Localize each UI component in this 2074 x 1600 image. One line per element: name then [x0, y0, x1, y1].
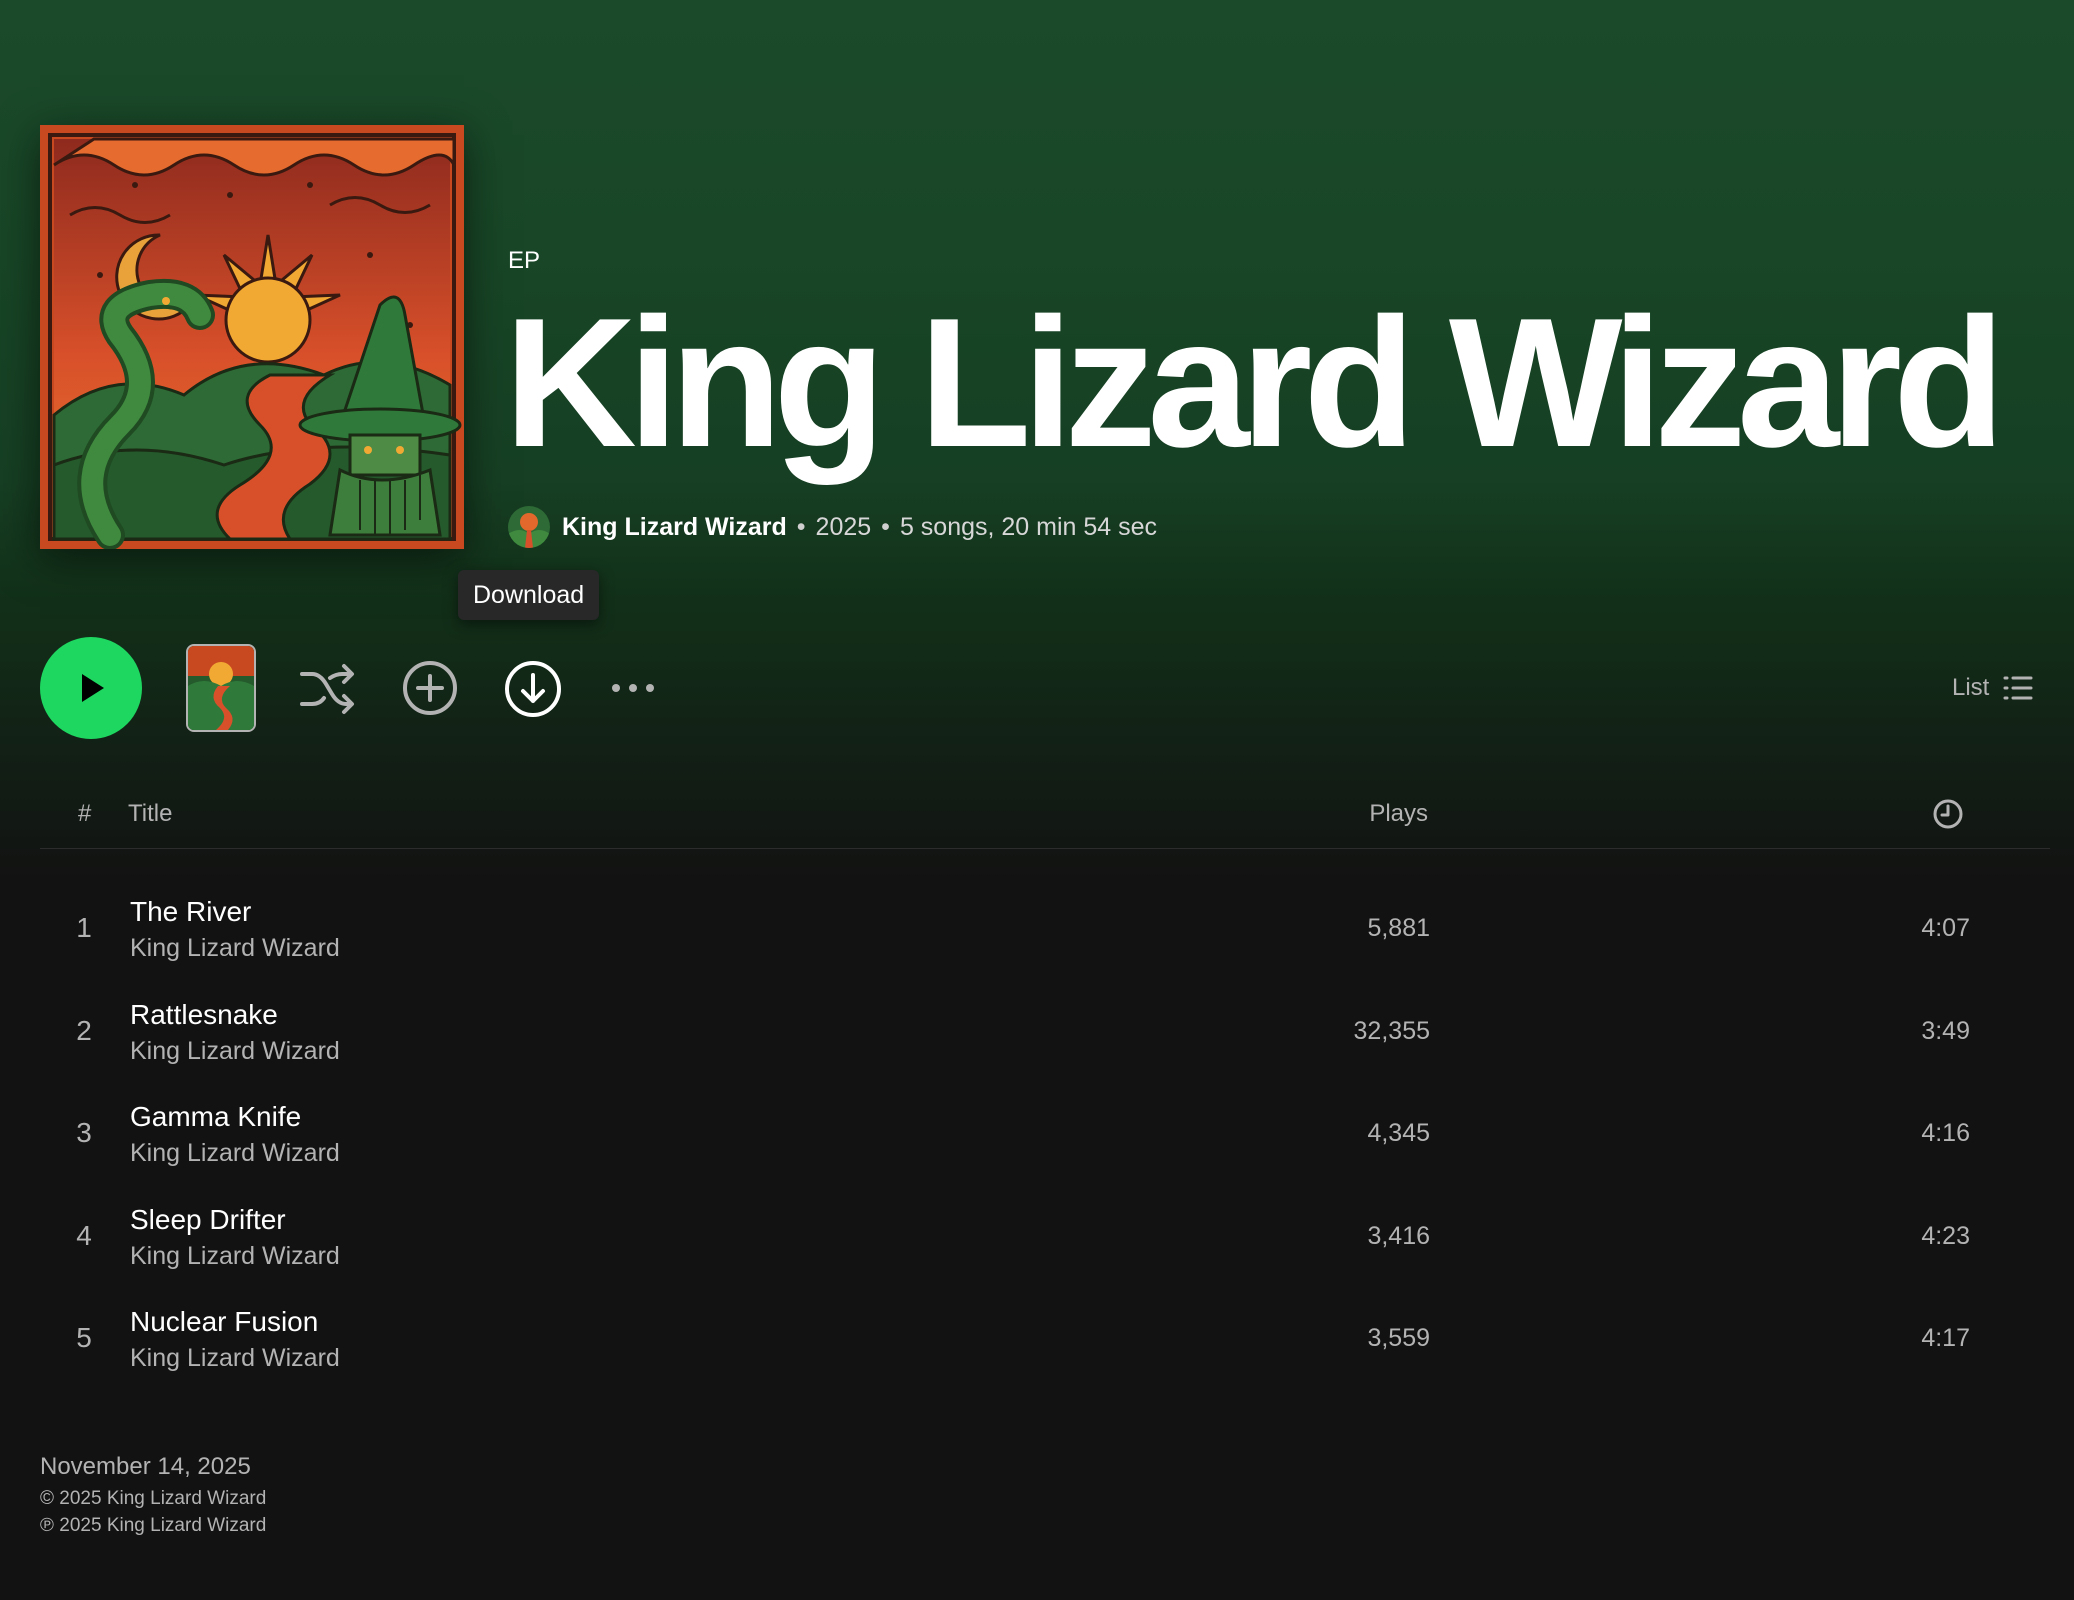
track-duration: 4:17: [1921, 1324, 1970, 1352]
album-type-label: EP: [508, 247, 541, 274]
download-icon[interactable]: [504, 660, 562, 718]
artist-link[interactable]: King Lizard Wizard: [562, 513, 787, 542]
track-title[interactable]: Gamma Knife: [130, 1101, 301, 1133]
track-artist[interactable]: King Lizard Wizard: [130, 1242, 340, 1271]
track-plays: 4,345: [1367, 1119, 1430, 1147]
track-title[interactable]: Rattlesnake: [130, 999, 278, 1031]
album-title: King Lizard Wizard: [504, 279, 2005, 485]
clock-icon: [1933, 799, 1963, 829]
track-plays: 32,355: [1353, 1016, 1430, 1045]
track-number: 4: [76, 1219, 92, 1251]
track-duration: 3:49: [1921, 1016, 1970, 1045]
track-duration: 4:07: [1921, 914, 1970, 942]
list-icon: [2003, 676, 2033, 700]
track-number: 2: [76, 1014, 92, 1046]
track-plays: 3,416: [1367, 1221, 1430, 1250]
more-icon[interactable]: [608, 666, 658, 710]
album-cover-art: [40, 125, 464, 549]
track-artist[interactable]: King Lizard Wizard: [130, 1037, 340, 1066]
track-plays: 5,881: [1367, 914, 1430, 942]
track-duration: 4:16: [1921, 1119, 1970, 1147]
album-cover[interactable]: [40, 125, 464, 549]
track-artist[interactable]: King Lizard Wizard: [130, 1344, 340, 1373]
track-number: 5: [76, 1322, 92, 1353]
track-duration: 4:23: [1921, 1221, 1970, 1250]
tracklist: 1 The River King Lizard Wizard 5,881 4:0…: [40, 882, 2050, 1395]
tracklist-header: # Title Plays: [40, 796, 2050, 849]
cover-thumbnail: [188, 646, 254, 730]
release-date: November 14, 2025: [40, 1453, 251, 1480]
add-circle-icon[interactable]: [402, 660, 458, 716]
track-artist[interactable]: King Lizard Wizard: [130, 1139, 340, 1168]
track-row[interactable]: 3 Gamma Knife King Lizard Wizard 4,345 4…: [40, 1087, 2050, 1190]
artist-avatar[interactable]: [508, 506, 550, 548]
play-icon: [82, 674, 104, 702]
track-row[interactable]: 2 Rattlesnake King Lizard Wizard 32,355 …: [40, 985, 2050, 1088]
track-number: 1: [76, 912, 92, 943]
shuffle-icon[interactable]: [298, 660, 356, 716]
track-plays: 3,559: [1367, 1324, 1430, 1352]
column-number: #: [78, 800, 92, 827]
release-year: 2025: [815, 512, 872, 541]
track-title[interactable]: The River: [130, 896, 251, 928]
column-title: Title: [128, 800, 173, 827]
view-mode-label: List: [1952, 674, 1990, 701]
download-tooltip: Download: [458, 570, 600, 620]
track-row[interactable]: 5 Nuclear Fusion King Lizard Wizard 3,55…: [40, 1292, 2050, 1395]
phonographic-copyright-text: ℗ 2025 King Lizard Wizard: [40, 1515, 267, 1536]
album-summary: 5 songs, 20 min 54 sec: [899, 512, 1158, 541]
album-page: EP King Lizard Wizard King Lizard Wizard…: [0, 0, 2074, 1600]
track-title[interactable]: Nuclear Fusion: [130, 1306, 318, 1338]
meta-separator: •: [796, 512, 806, 541]
track-row[interactable]: 4 Sleep Drifter King Lizard Wizard 3,416…: [40, 1190, 2050, 1293]
preview-cover-button[interactable]: [186, 644, 256, 732]
track-number: 3: [76, 1117, 92, 1148]
play-button[interactable]: [40, 637, 142, 739]
track-row[interactable]: 1 The River King Lizard Wizard 5,881 4:0…: [40, 882, 2050, 985]
meta-separator: •: [881, 512, 890, 541]
view-toggle-button[interactable]: List: [1952, 670, 2033, 706]
track-artist[interactable]: King Lizard Wizard: [130, 934, 340, 963]
copyright-text: © 2025 King Lizard Wizard: [40, 1488, 267, 1509]
column-plays: Plays: [1369, 800, 1428, 827]
album-meta: King Lizard Wizard • 2025 • 5 songs, 20 …: [508, 505, 1157, 549]
track-title[interactable]: Sleep Drifter: [130, 1204, 286, 1236]
